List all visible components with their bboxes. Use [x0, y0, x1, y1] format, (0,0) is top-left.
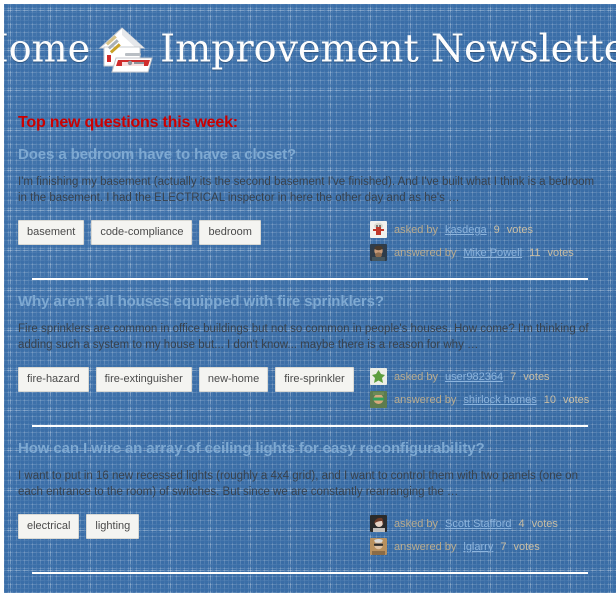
question-divider: [32, 425, 588, 427]
tag-list: fire-hazard fire-extinguisher new-home f…: [18, 365, 354, 392]
asker-votes: 7: [510, 370, 517, 383]
home-improvement-house-toolbox-logo-icon: [92, 22, 158, 78]
question-title-link[interactable]: How can I wire an array of ceiling light…: [18, 440, 602, 457]
kasdega-avatar-icon: [370, 221, 387, 238]
answerer-name-link[interactable]: Mike Powell: [463, 247, 522, 259]
lglarry-avatar-icon: [370, 538, 387, 555]
question-title-link[interactable]: Why aren't all houses equipped with fire…: [18, 293, 602, 310]
answerer-row: answered by shirlock homes 10 votes: [370, 388, 602, 411]
answerer-votes: 7: [500, 540, 507, 553]
masthead-title-before: Home: [4, 26, 91, 71]
answered-by-label: answered by: [394, 246, 457, 259]
tag[interactable]: lighting: [86, 514, 140, 539]
asked-by-label: asked by: [394, 517, 439, 530]
answered-by-label: answered by: [394, 540, 457, 553]
question-excerpt: Fire sprinklers are common in office bui…: [18, 323, 589, 351]
masthead-title-after: Improvement Newsletter: [160, 26, 616, 71]
user982364-avatar-icon: [370, 368, 387, 385]
section-heading: Top new questions this week:: [18, 114, 238, 131]
asker-row: asked by user982364 7 votes: [370, 365, 602, 388]
newsletter-page: Home: [4, 4, 616, 593]
tag[interactable]: code-compliance: [91, 220, 193, 245]
tag[interactable]: basement: [18, 220, 85, 245]
people-block: asked by kasdega 9 votes answered by Mik…: [370, 218, 602, 264]
votes-label: votes: [523, 370, 550, 383]
votes-label: votes: [547, 246, 574, 259]
asker-name-link[interactable]: user982364: [445, 371, 503, 383]
scott-stafford-avatar-icon: [370, 515, 387, 532]
asked-by-label: asked by: [394, 370, 439, 383]
votes-label: votes: [531, 517, 558, 530]
votes-label: votes: [506, 223, 534, 236]
question-excerpt: I want to put in 16 new recessed lights …: [18, 470, 578, 498]
tag[interactable]: new-home: [198, 367, 269, 392]
question-footer: electrical lighting asked by Scott Staff…: [18, 512, 602, 558]
question-footer: basement code-compliance bedroom asked b…: [18, 218, 602, 264]
tag-list: basement code-compliance bedroom: [18, 218, 261, 245]
asker-row: asked by kasdega 9 votes: [370, 218, 602, 241]
question-excerpt: I'm finishing my basement (actually its …: [18, 176, 595, 204]
asked-by-label: asked by: [394, 223, 439, 236]
people-block: asked by user982364 7 votes answered by …: [370, 365, 602, 411]
answerer-row: answered by lglarry 7 votes: [370, 535, 602, 558]
question-footer: fire-hazard fire-extinguisher new-home f…: [18, 365, 602, 411]
answered-by-label: answered by: [394, 393, 457, 406]
tag[interactable]: bedroom: [199, 220, 261, 245]
shirlock-homes-avatar-icon: [370, 391, 387, 408]
question-title-link[interactable]: Does a bedroom have to have a closet?: [18, 146, 602, 163]
masthead-title: Home: [4, 24, 616, 80]
answerer-votes: 11: [529, 246, 541, 259]
question-divider: [32, 278, 588, 280]
tag[interactable]: electrical: [18, 514, 80, 539]
votes-label: votes: [513, 540, 540, 553]
asker-name-link[interactable]: Scott Stafford: [445, 518, 511, 530]
masthead: Home: [4, 4, 616, 100]
votes-label: votes: [562, 393, 590, 406]
answerer-votes: 10: [543, 393, 556, 406]
answerer-name-link[interactable]: lglarry: [463, 541, 493, 553]
tag-list: electrical lighting: [18, 512, 140, 539]
answerer-name-link[interactable]: shirlock homes: [463, 394, 536, 406]
people-block: asked by Scott Stafford 4 votes answered…: [370, 512, 602, 558]
tag[interactable]: fire-hazard: [18, 367, 89, 392]
question-item: How can I wire an array of ceiling light…: [18, 440, 602, 568]
question-item: Does a bedroom have to have a closet? I'…: [18, 146, 602, 274]
question-item: Why aren't all houses equipped with fire…: [18, 293, 602, 421]
question-divider: [32, 572, 588, 574]
question-list: Does a bedroom have to have a closet? I'…: [4, 146, 616, 574]
asker-name-link[interactable]: kasdega: [445, 224, 487, 236]
asker-votes: 4: [518, 517, 525, 530]
tag[interactable]: fire-sprinkler: [275, 367, 354, 392]
asker-row: asked by Scott Stafford 4 votes: [370, 512, 602, 535]
asker-votes: 9: [493, 223, 500, 236]
tag[interactable]: fire-extinguisher: [95, 367, 192, 392]
mike-powell-avatar-icon: [370, 244, 387, 261]
answerer-row: answered by Mike Powell 11 votes: [370, 241, 602, 264]
